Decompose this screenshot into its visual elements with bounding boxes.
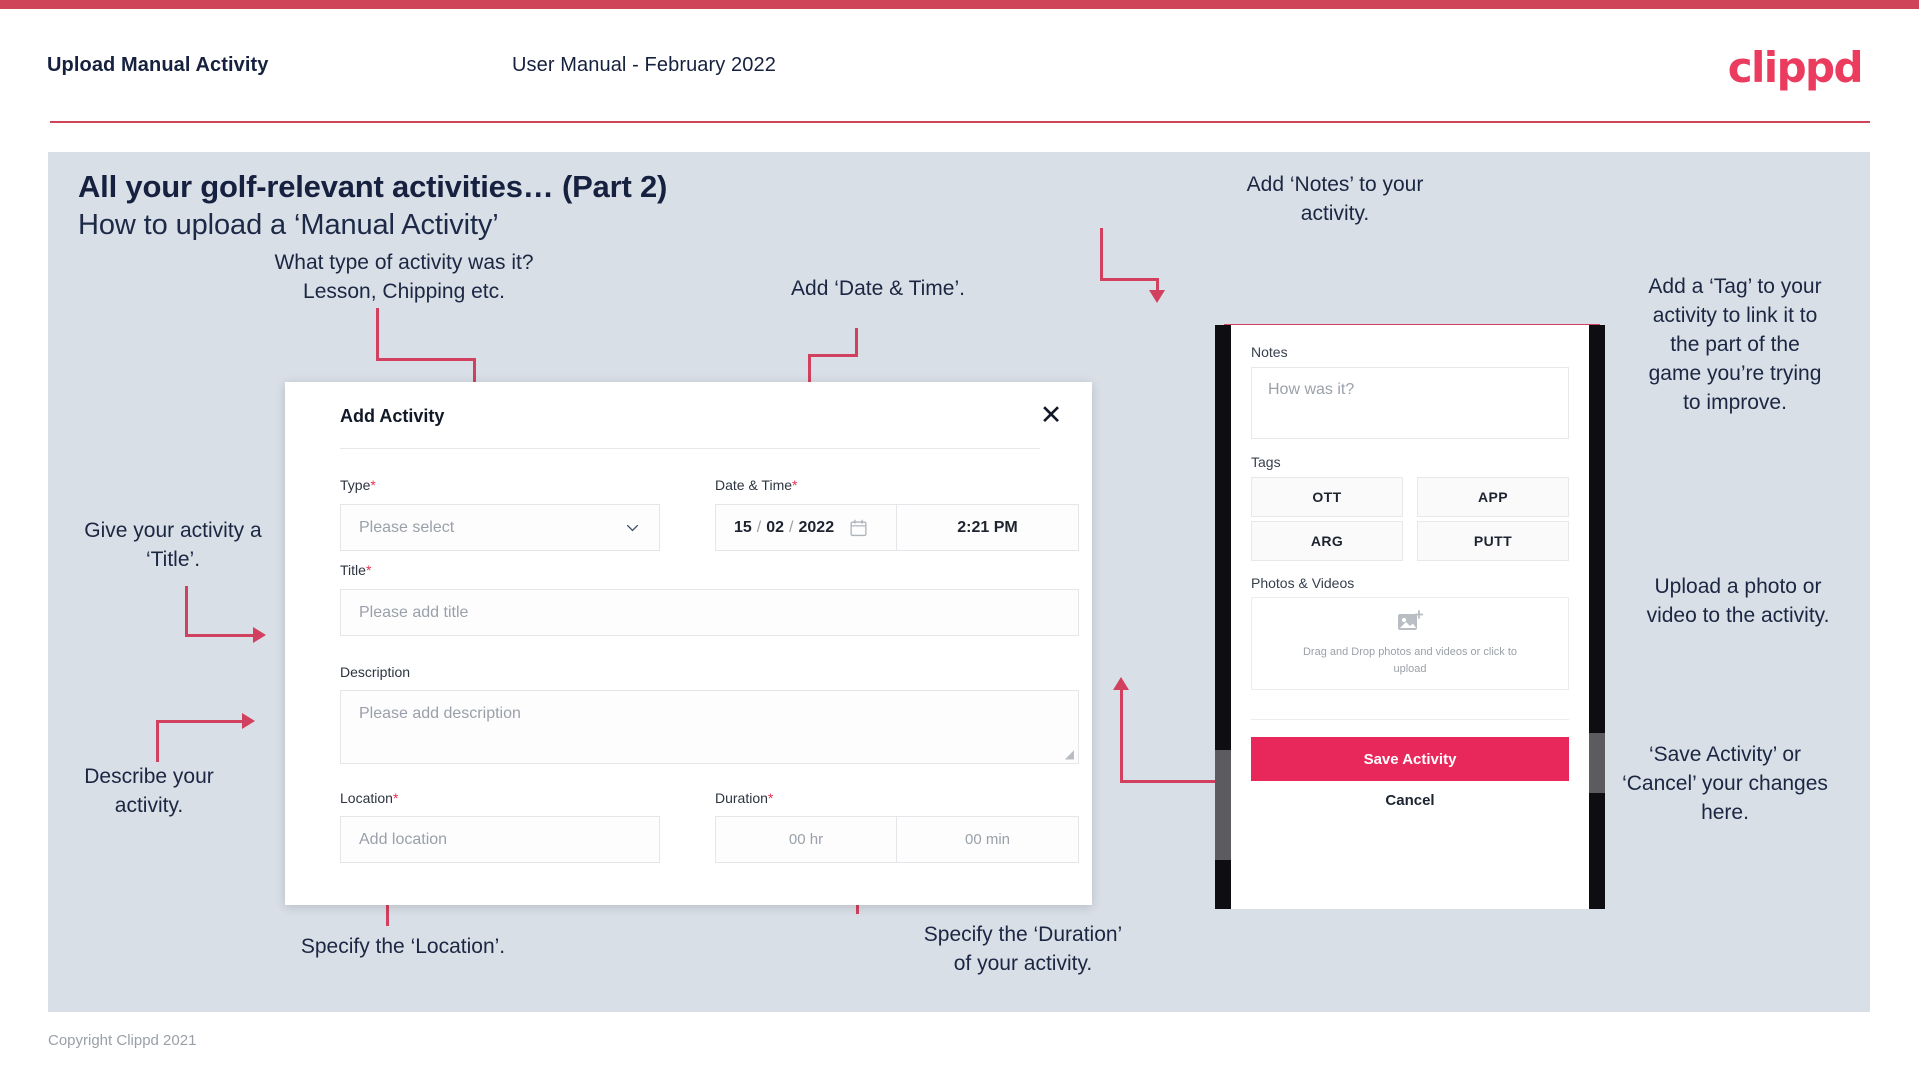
cancel-button[interactable]: Cancel (1231, 792, 1589, 809)
page-title: Upload Manual Activity (47, 54, 269, 76)
time-input[interactable]: 2:21 PM (896, 504, 1079, 551)
slide-title: All your golf-relevant activities… (Part… (78, 169, 668, 204)
phone-divider (1251, 719, 1569, 720)
notes-label: Notes (1251, 344, 1288, 360)
description-textarea[interactable]: Please add description ◢ (340, 690, 1079, 764)
description-placeholder: Please add description (359, 705, 521, 722)
callout-photos: Upload a photo or video to the activity. (1646, 575, 1830, 627)
photo-dropzone[interactable]: Drag and Drop photos and videos or click… (1251, 597, 1569, 690)
location-placeholder: Add location (359, 830, 448, 848)
duration-minutes-input[interactable]: 00 min (896, 816, 1079, 863)
header-divider (50, 121, 1870, 123)
callout-description: Describe your activity. (84, 765, 214, 817)
duration-hours-placeholder: 00 hr (788, 831, 824, 848)
tag-arg[interactable]: ARG (1251, 521, 1403, 561)
type-select[interactable]: Please select (340, 504, 660, 551)
date-input[interactable]: 15 / 02 / 2022 (715, 504, 897, 551)
tag-app[interactable]: APP (1417, 477, 1569, 517)
description-label: Description (340, 664, 411, 680)
resize-handle-icon[interactable]: ◢ (1065, 748, 1074, 760)
callout-location: Specify the ‘Location’. (300, 935, 506, 958)
callout-duration: Specify the ‘Duration’ of your activity. (923, 923, 1123, 975)
title-input[interactable]: Please add title (340, 589, 1079, 636)
photo-dropzone-text: Drag and Drop photos and videos or click… (1302, 645, 1517, 675)
type-label: Type* (340, 477, 376, 493)
tag-putt[interactable]: PUTT (1417, 521, 1569, 561)
notes-textarea[interactable]: How was it? (1251, 367, 1569, 439)
date-day: 15 (734, 518, 752, 536)
phone-screen: Notes How was it? Tags OTT APP ARG PUTT … (1231, 325, 1589, 909)
footer-copyright: Copyright Clippd 2021 (48, 1032, 197, 1049)
date-year: 2022 (798, 518, 835, 536)
callout-datetime: Add ‘Date & Time’. (791, 277, 965, 300)
datetime-label: Date & Time* (715, 477, 798, 493)
image-add-icon (1398, 609, 1423, 630)
close-icon[interactable]: ✕ (1034, 398, 1068, 432)
add-activity-dialog: Add Activity ✕ Type* Please select Date … (285, 382, 1092, 905)
duration-label: Duration* (715, 790, 774, 806)
callout-title: Give your activity a ‘Title’. (84, 519, 262, 571)
calendar-icon[interactable] (850, 519, 867, 537)
location-label: Location* (340, 790, 399, 806)
location-input[interactable]: Add location (340, 816, 660, 863)
page-header: Upload Manual Activity User Manual - Feb… (0, 9, 1919, 121)
clippd-logo: clippd (1727, 43, 1864, 92)
dialog-title: Add Activity (340, 406, 445, 426)
chevron-down-icon (626, 524, 639, 531)
top-accent-bar (0, 0, 1919, 9)
time-value: 2:21 PM (957, 518, 1018, 536)
phone-bezel-right (1589, 325, 1605, 909)
phone-mockup: Notes How was it? Tags OTT APP ARG PUTT … (1215, 325, 1605, 909)
callout-tags: Add a ‘Tag’ to your activity to link it t… (1648, 275, 1822, 414)
phone-button-right (1589, 733, 1605, 793)
callout-notes: Add ‘Notes’ to your activity. (1246, 173, 1424, 225)
notes-placeholder: How was it? (1268, 381, 1355, 398)
date-month: 02 (766, 518, 785, 536)
callout-type: What type of activity was it? Lesson, Chi… (274, 251, 534, 303)
title-label: Title* (340, 562, 372, 578)
dialog-header: Add Activity ✕ (285, 382, 1092, 448)
photos-label: Photos & Videos (1251, 575, 1355, 591)
callout-save: ‘Save Activity’ or ‘Cancel’ your changes h… (1622, 743, 1828, 824)
duration-minutes-placeholder: 00 min (964, 831, 1011, 848)
date-separator-1: / (756, 518, 762, 536)
save-activity-button[interactable]: Save Activity (1251, 737, 1569, 781)
title-placeholder: Please add title (359, 603, 469, 621)
dialog-divider (340, 448, 1040, 449)
tag-ott[interactable]: OTT (1251, 477, 1403, 517)
date-separator-2: / (789, 518, 794, 536)
type-placeholder: Please select (359, 518, 455, 536)
phone-button-left (1215, 750, 1231, 860)
duration-hours-input[interactable]: 00 hr (715, 816, 897, 863)
page-subtitle: User Manual - February 2022 (512, 54, 776, 76)
slide-subtitle: How to upload a ‘Manual Activity’ (78, 209, 499, 241)
tags-label: Tags (1251, 454, 1281, 470)
